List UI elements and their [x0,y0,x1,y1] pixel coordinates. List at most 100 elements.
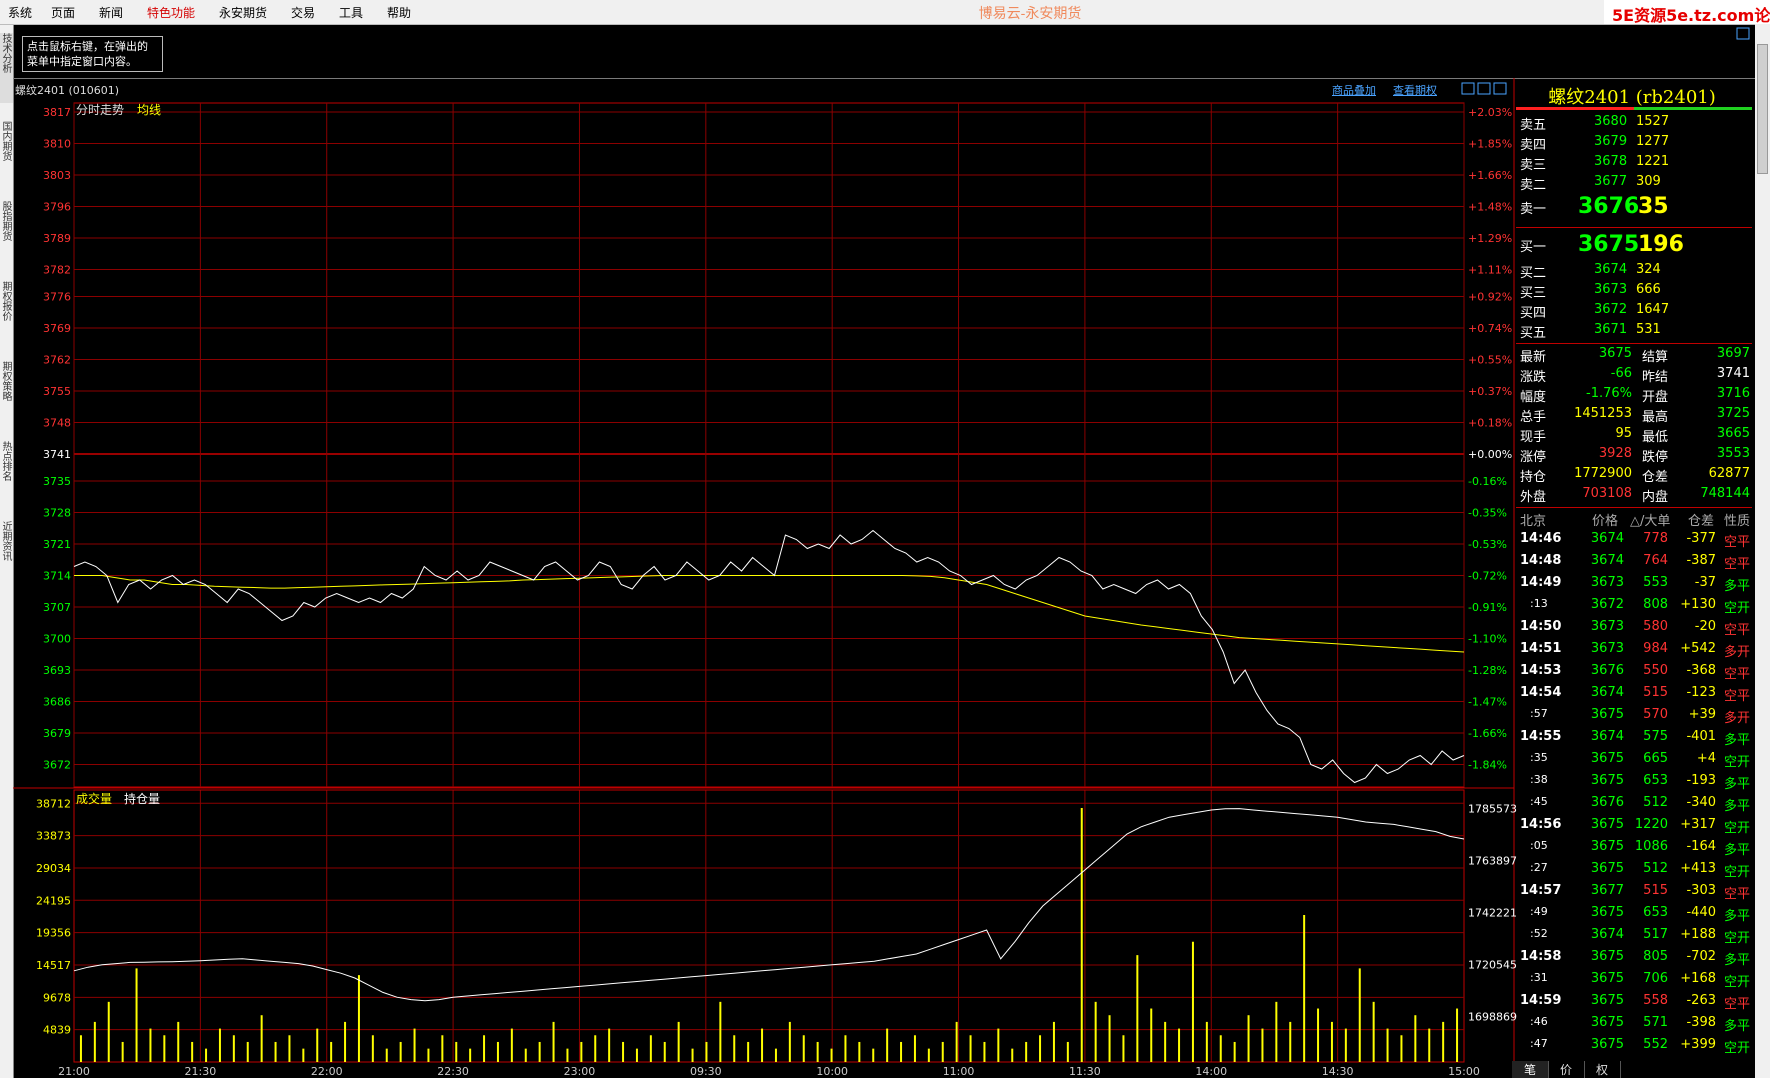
stat-value: 3716 [1716,386,1750,401]
ask-volume: 35 [1638,194,1669,219]
tick-volume: 805 [1643,949,1668,964]
scrollbar-thumb[interactable] [1757,44,1768,174]
tick-price: 3674 [1590,729,1624,744]
ask-row: 卖三 3678 1221 [1520,154,1752,174]
tick-nature: 多平 [1724,843,1751,858]
bid-row: 买四 3672 1647 [1520,302,1752,322]
separator [1516,343,1752,344]
tick-nature: 空平 [1724,997,1751,1012]
pct-tick-label: +0.00% [1468,448,1512,461]
price-tick-label: 3672 [43,759,71,772]
tick-diff: -37 [1694,575,1716,590]
tick-time: 14:54 [1520,685,1562,700]
tick-volume: 552 [1643,1037,1668,1052]
tick-price: 3675 [1590,1037,1624,1052]
price-tick-label: 3803 [43,169,71,182]
open-interest-axis: 1785573 1763897 1742221 1720545 1698869 [1468,803,1517,1024]
restore-window-icon[interactable] [1736,27,1750,40]
tab-rights[interactable]: 权 [1584,1061,1621,1078]
tick-diff: +4 [1696,751,1716,766]
tick-volume: 665 [1643,751,1668,766]
tick-diff: -193 [1686,773,1716,788]
tick-price: 3675 [1590,773,1624,788]
pct-tick-label: +2.03% [1468,106,1512,119]
ask-row: 卖一 3676 35 [1520,194,1752,219]
ask-price: 3678 [1594,154,1628,169]
tick-diff: +542 [1680,641,1716,656]
time-tick-label: 14:30 [1322,1065,1354,1078]
volume-tick-label: 19356 [36,927,71,940]
tick-nature: 空平 [1724,689,1751,704]
stat-label: 最高 [1642,410,1669,425]
stat-label: 跌停 [1642,450,1669,465]
time-tick-label: 23:00 [564,1065,596,1078]
price-tick-label: 3782 [43,264,71,277]
layout-c-icon[interactable] [1493,82,1507,95]
layout-a-icon[interactable] [1461,82,1475,95]
title-bar [1516,107,1752,110]
bid-price: 3674 [1594,262,1628,277]
pct-tick-label: +1.48% [1468,201,1512,214]
tick-nature: 多平 [1724,799,1751,814]
tick-time: 14:55 [1520,729,1562,744]
stat-value: -1.76% [1586,386,1632,401]
tick-nature: 空开 [1724,601,1751,616]
tick-time: 14:57 [1520,883,1562,898]
bid-row: 买二 3674 324 [1520,262,1752,282]
separator [1516,227,1752,228]
price-tick-label: 3741 [43,448,71,461]
ask-label: 卖三 [1520,158,1547,173]
bid-row: 买五 3671 531 [1520,322,1752,342]
tick-nature: 多平 [1724,909,1751,924]
tick-time: :49 [1530,905,1548,918]
stat-row: 最新 3675 结算 3697 [1520,346,1752,366]
tick-diff: -164 [1686,839,1716,854]
tick-price: 3675 [1590,949,1624,964]
tick-time: 14:48 [1520,553,1562,568]
stat-value: 3725 [1716,406,1750,421]
stat-label: 仓差 [1642,470,1669,485]
stat-label: 昨结 [1642,370,1669,385]
tab-ticks[interactable]: 笔 [1512,1061,1549,1078]
pct-tick-label: +0.37% [1468,385,1512,398]
tick-row: 14:51 3673 984 +542 多开 [1520,641,1752,661]
price-tick-label: 3728 [43,507,71,520]
layout-b-icon[interactable] [1477,82,1491,95]
volume-frame [73,789,1465,1063]
tick-nature: 空开 [1724,865,1751,880]
pct-tick-label: -0.35% [1468,507,1507,520]
bid-volume: 324 [1636,262,1661,277]
tick-diff: +413 [1680,861,1716,876]
tick-volume: 571 [1643,1015,1668,1030]
price-frame [73,102,1465,788]
stat-value: 3553 [1716,446,1750,461]
tick-price: 3674 [1590,685,1624,700]
avg-line-legend: 均线 [137,103,162,117]
tick-nature: 空开 [1724,931,1751,946]
tab-prices[interactable]: 价 [1548,1061,1585,1078]
tick-diff: -368 [1686,663,1716,678]
tick-time: :05 [1530,839,1548,852]
ask-label: 卖五 [1520,118,1547,133]
stat-label: 最低 [1642,430,1669,445]
stat-value: 1451253 [1574,406,1632,421]
price-tick-label: 3686 [43,696,71,709]
tick-volume: 808 [1643,597,1668,612]
bid-price: 3675 [1578,232,1640,257]
volume-tick-label: 4839 [43,1024,71,1037]
pct-tick-label: -1.10% [1468,633,1507,646]
tick-nature: 空平 [1724,623,1751,638]
tick-time: 14:53 [1520,663,1562,678]
tick-diff: -401 [1686,729,1716,744]
stat-label: 内盘 [1642,490,1669,505]
bid-price: 3673 [1594,282,1628,297]
stat-label: 开盘 [1642,390,1669,405]
tick-volume: 515 [1643,685,1668,700]
tick-row: 14:50 3673 580 -20 空平 [1520,619,1752,639]
price-tick-label: 3769 [43,322,71,335]
vertical-scrollbar[interactable] [1755,24,1770,1078]
tick-nature: 多平 [1724,777,1751,792]
tick-volume: 764 [1643,553,1668,568]
tick-price: 3675 [1590,839,1624,854]
time-tick-label: 14:00 [1195,1065,1227,1078]
